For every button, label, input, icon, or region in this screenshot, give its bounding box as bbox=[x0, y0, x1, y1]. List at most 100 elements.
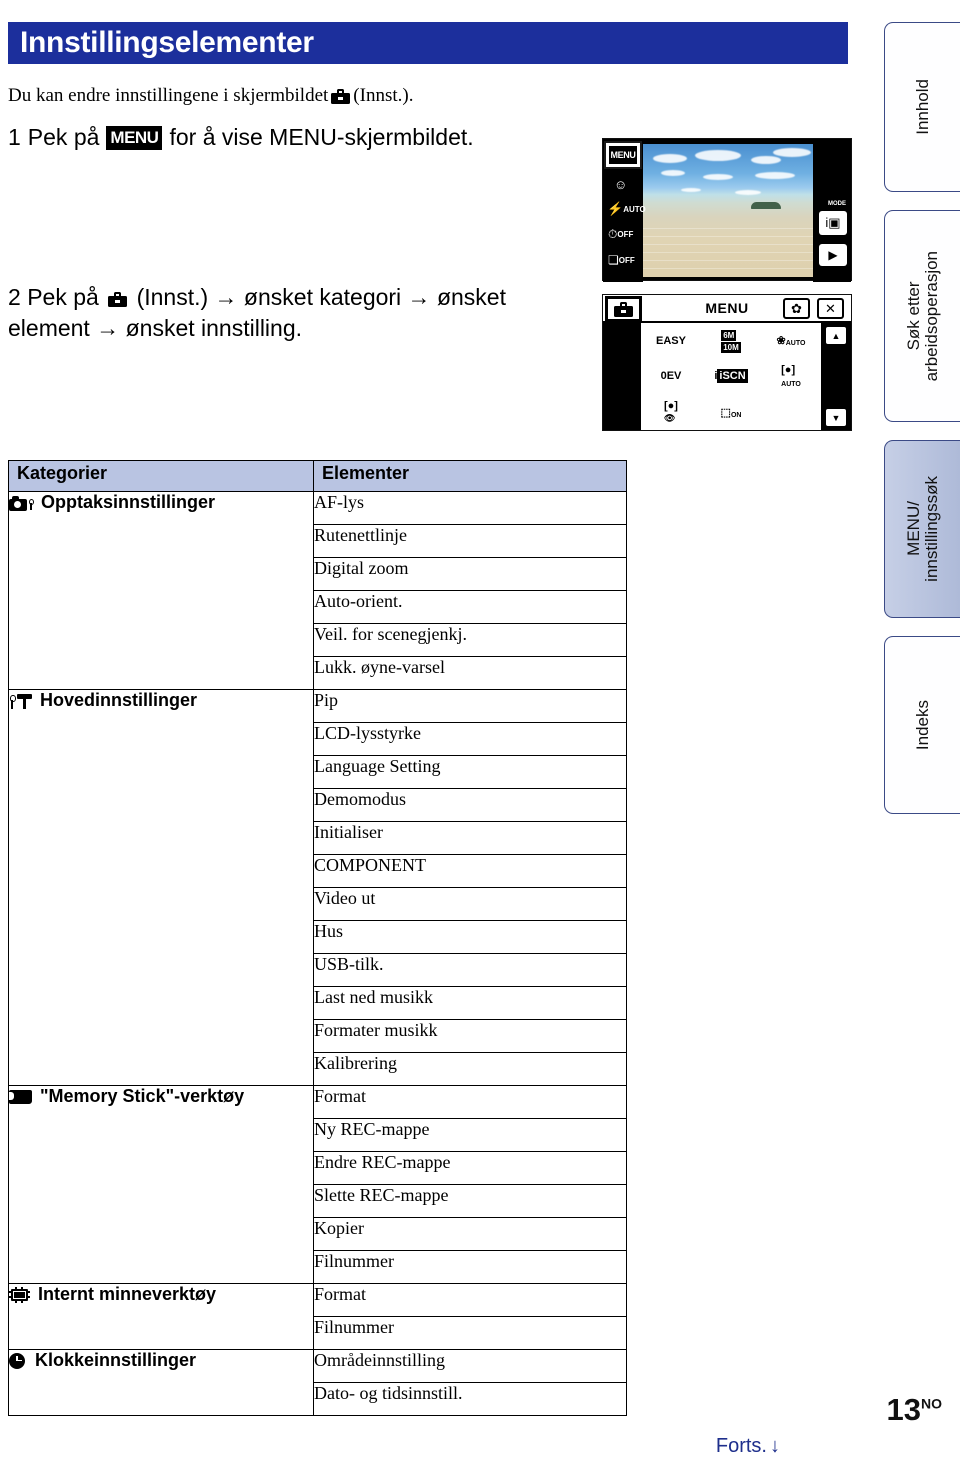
col-header-categories: Kategorier bbox=[8, 460, 314, 492]
menu-item-face-auto[interactable]: [●] AUTO bbox=[781, 364, 801, 388]
sidebar-item-label: MENU/ innstillingssøk bbox=[903, 476, 941, 582]
toolbox-icon bbox=[614, 301, 633, 317]
menu-item-scene[interactable]: i iSCN bbox=[714, 369, 748, 384]
live-view-left-toolbar: MENU ☺ ⚡ AUTO ⏱ OFF ❏ OFF bbox=[603, 139, 646, 282]
element-cell: AF-lys bbox=[313, 491, 627, 525]
close-icon[interactable]: ✕ bbox=[817, 298, 844, 319]
chevron-down-icon[interactable]: ▼ bbox=[826, 409, 846, 426]
sidebar-item-indeks[interactable]: Indeks bbox=[884, 636, 960, 814]
category-cell-0: Opptaksinnstillinger bbox=[8, 491, 314, 690]
category-label: Klokkeinnstillinger bbox=[35, 1350, 197, 1370]
element-cell: Dato- og tidsinnstill. bbox=[313, 1382, 627, 1416]
menu-item-easy[interactable]: EASY bbox=[656, 335, 686, 347]
camera-screenshots: MENU ☺ ⚡ AUTO ⏱ OFF ❏ OFF MODE i▣ ▶ MENU… bbox=[602, 138, 852, 431]
step-1-after: for å vise MENU-skjermbildet. bbox=[169, 124, 474, 150]
element-cell: Auto-orient. bbox=[313, 590, 627, 624]
category-cell-4: Klokkeinnstillinger bbox=[8, 1349, 314, 1416]
settings-table: Kategorier Elementer Opptaksinnstillinge… bbox=[8, 460, 627, 1416]
element-cell: Områdeinnstilling bbox=[313, 1349, 627, 1383]
island-shape bbox=[751, 202, 781, 209]
live-view-right-toolbar: MODE i▣ ▶ bbox=[813, 139, 851, 282]
play-button[interactable]: ▶ bbox=[819, 244, 847, 266]
table-row: Opptaksinnstillinger AF-lys bbox=[8, 491, 627, 690]
element-cell: Format bbox=[313, 1085, 627, 1119]
category-label: Opptaksinnstillinger bbox=[41, 492, 216, 512]
element-cell: Format bbox=[313, 1283, 627, 1317]
toolbox-icon bbox=[331, 88, 351, 104]
table-row: Internt minneverktøy Format bbox=[8, 1283, 627, 1350]
self-timer-off-icon[interactable]: ⏱ OFF bbox=[608, 227, 633, 242]
page-number-suffix: NO bbox=[921, 1395, 942, 1412]
element-cell: Video ut bbox=[313, 887, 627, 921]
element-cell: Demomodus bbox=[313, 788, 627, 822]
menu-item-ev[interactable]: 0EV bbox=[661, 370, 682, 382]
menu-item-framing-on[interactable]: ⬚ON bbox=[721, 406, 742, 419]
smile-icon[interactable]: ☺ bbox=[614, 177, 627, 192]
intro-after: (Innst.). bbox=[353, 85, 414, 106]
element-cell: Lukk. øyne-varsel bbox=[313, 656, 627, 690]
menu-grid-area: EASY 6M 10M ❀AUTO 0EV i iSCN [●] AUTO [●] 👁 … bbox=[603, 323, 851, 430]
table-row: "Memory Stick"-verktøy Format bbox=[8, 1085, 627, 1284]
menu-button[interactable]: MENU bbox=[604, 141, 642, 169]
element-cell: Rutenettlinje bbox=[313, 524, 627, 558]
continued-label: Forts. bbox=[715, 1435, 767, 1457]
live-view-photo bbox=[643, 144, 815, 277]
col-header-elements: Elementer bbox=[313, 460, 627, 492]
memory-stick-icon bbox=[9, 1089, 32, 1104]
gear-icon[interactable]: ✿ bbox=[783, 298, 810, 319]
sidebar-item-label: Indeks bbox=[912, 699, 932, 751]
category-cell-1: Hovedinnstillinger bbox=[8, 689, 314, 1086]
page-number-value: 13 bbox=[886, 1392, 921, 1427]
element-cell: Kalibrering bbox=[313, 1052, 627, 1086]
page-title-bar: Innstillingselementer bbox=[8, 22, 848, 64]
camera-live-view: MENU ☺ ⚡ AUTO ⏱ OFF ❏ OFF MODE i▣ ▶ bbox=[602, 138, 852, 282]
sidebar-item-innhold[interactable]: Innhold bbox=[884, 22, 960, 192]
menu-item-focus[interactable]: ❀AUTO bbox=[777, 334, 806, 347]
continued-link[interactable]: Forts. ↓ bbox=[716, 1435, 780, 1458]
camera-menu-screen: MENU ✿ ✕ EASY 6M 10M ❀AUTO 0EV i iSCN [●] A… bbox=[602, 294, 852, 431]
clock-icon bbox=[9, 1352, 27, 1370]
menu-item-redeye[interactable]: [●] 👁 bbox=[664, 400, 678, 424]
step-2: 2 Pek på (Innst.) → ønsket kategori → øn… bbox=[8, 282, 588, 344]
menu-left-pad bbox=[603, 323, 641, 430]
sidebar-item-sok-etter-arbeidsoperasjon[interactable]: Søk etter arbeidsoperasjon bbox=[884, 210, 960, 422]
menu-scrollbar[interactable]: ▲ ▼ bbox=[821, 323, 851, 430]
category-label: Internt minneverktøy bbox=[38, 1284, 217, 1304]
element-cell: Language Setting bbox=[313, 755, 627, 789]
step-1-number: 1 bbox=[8, 124, 21, 150]
menu-topbar: MENU ✿ ✕ bbox=[603, 295, 851, 323]
arrow-down-icon: ↓ bbox=[770, 1435, 780, 1457]
settings-toolbox-button[interactable] bbox=[605, 296, 642, 322]
element-cell: LCD-lysstyrke bbox=[313, 722, 627, 756]
menu-item-image-size[interactable]: 6M 10M bbox=[721, 329, 741, 353]
mode-button[interactable]: i▣ bbox=[819, 211, 847, 235]
flash-auto-icon[interactable]: ⚡ AUTO bbox=[607, 201, 646, 217]
element-cell: Endre REC-mappe bbox=[313, 1151, 627, 1185]
sidebar-item-menu-innstillingssok[interactable]: MENU/ innstillingssøk bbox=[884, 440, 960, 618]
toolbox-icon bbox=[108, 292, 128, 307]
chevron-up-icon[interactable]: ▲ bbox=[826, 327, 846, 344]
internal-memory-icon bbox=[9, 1286, 30, 1303]
main-settings-icon bbox=[9, 692, 32, 709]
element-cell: Veil. for scenegjenkj. bbox=[313, 623, 627, 657]
burst-off-icon[interactable]: ❏ OFF bbox=[608, 253, 635, 267]
element-cell: Last ned musikk bbox=[313, 986, 627, 1020]
table-row: Hovedinnstillinger Pip bbox=[8, 689, 627, 1086]
page-title: Innstillingselementer bbox=[20, 26, 314, 59]
element-cell: Filnummer bbox=[313, 1316, 627, 1350]
step-2-before: Pek på bbox=[27, 284, 99, 310]
element-cell: USB-tilk. bbox=[313, 953, 627, 987]
intro-text: Du kan endre innstillingene i skjermbild… bbox=[8, 85, 413, 107]
menu-item-grid: EASY 6M 10M ❀AUTO 0EV i iSCN [●] AUTO [●] 👁 … bbox=[641, 323, 851, 430]
element-cell: Digital zoom bbox=[313, 557, 627, 591]
sidebar-item-label: Søk etter arbeidsoperasjon bbox=[903, 250, 941, 382]
step-1-before: Pek på bbox=[27, 124, 100, 150]
page-number: 13NO bbox=[887, 1392, 942, 1428]
element-cell: COMPONENT bbox=[313, 854, 627, 888]
table-row: Klokkeinnstillinger Områdeinnstilling bbox=[8, 1349, 627, 1416]
element-cell: Ny REC-mappe bbox=[313, 1118, 627, 1152]
element-cell: Formater musikk bbox=[313, 1019, 627, 1053]
step-2-number: 2 bbox=[8, 284, 21, 310]
element-cell: Filnummer bbox=[313, 1250, 627, 1284]
menu-title: MENU bbox=[705, 300, 749, 316]
